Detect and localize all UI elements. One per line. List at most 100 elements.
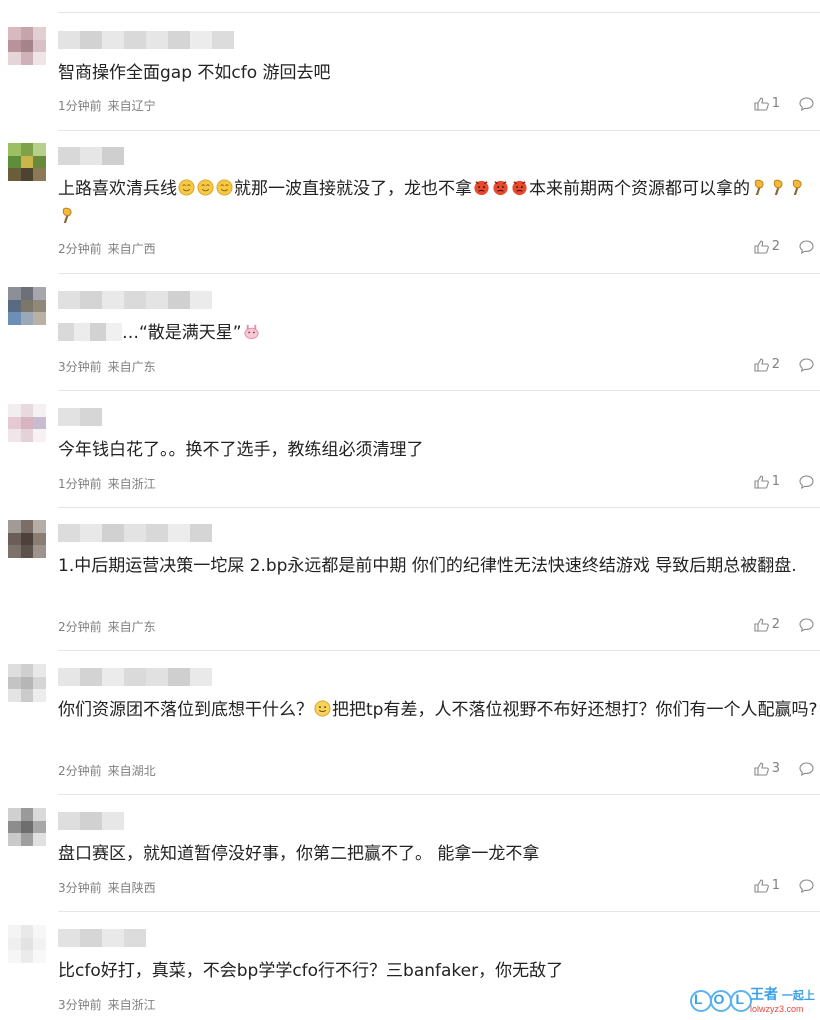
username-blurred[interactable] <box>58 524 212 542</box>
avatar[interactable] <box>8 27 46 65</box>
comment-location: 来自广东 <box>107 620 156 634</box>
comment-meta: 2分钟前 来自广东 <box>58 618 156 635</box>
comment-time: 2分钟前 <box>58 620 102 634</box>
watermark-domain: lolwzyz3.com <box>750 1004 804 1014</box>
comment-divider <box>58 507 820 508</box>
comment-text-part: 上路喜欢清兵线 <box>58 179 177 199</box>
rabbit-emoji-icon <box>242 323 261 343</box>
comment-meta: 2分钟前 来自湖北 <box>58 762 156 779</box>
comment-meta: 2分钟前 来自广西 <box>58 240 156 257</box>
reply-bubble-icon[interactable] <box>799 240 814 254</box>
comment-item: 盘口赛区，就知道暂停没好事，你第二把赢不了。 能拿一龙不拿 3分钟前 来自陕西 1 <box>0 808 820 912</box>
comment-meta: 3分钟前 来自广东 <box>58 358 156 375</box>
avatar[interactable] <box>8 925 46 963</box>
reply-bubble-icon[interactable] <box>799 618 814 632</box>
comment-text-part: 本来前期两个资源都可以拿的 <box>529 179 750 199</box>
thumbs-up-icon <box>754 878 769 893</box>
comment-time: 3分钟前 <box>58 360 102 374</box>
comment-text: 比cfo好打，真菜，不会bp学学cfo行不行？三banfaker，你无敌了 <box>58 961 564 981</box>
comment-meta: 1分钟前 来自辽宁 <box>58 97 156 114</box>
reply-bubble-icon[interactable] <box>799 762 814 776</box>
comment-time: 2分钟前 <box>58 764 102 778</box>
username-blurred[interactable] <box>58 929 146 947</box>
comment-item: …“散是满天星” 3分钟前 来自广东 2 <box>0 287 820 391</box>
thumbs-up-icon <box>754 96 769 111</box>
like-button[interactable]: 2 <box>754 239 780 254</box>
comment-text-part: 你们资源团不落位到底想干什么？ <box>58 700 313 720</box>
smile-emoji-icon <box>177 179 234 199</box>
reply-bubble-icon[interactable] <box>799 358 814 372</box>
thumbs-up-icon <box>754 474 769 489</box>
comment-text-part: …“散是满天星” <box>122 323 242 343</box>
angry-emoji-icon <box>472 179 529 199</box>
comment-location: 来自陕西 <box>107 881 156 895</box>
username-blurred[interactable] <box>58 408 102 426</box>
smile-emoji-icon <box>313 700 332 720</box>
comment-item: 1.中后期运营决策一坨屎 2.bp永远都是前中期 你们的纪律性无法快速终结游戏 … <box>0 520 820 651</box>
comment-meta: 1分钟前 来自浙江 <box>58 475 156 492</box>
comment-text: 盘口赛区，就知道暂停没好事，你第二把赢不了。 能拿一龙不拿 <box>58 844 540 864</box>
username-blurred[interactable] <box>58 31 234 49</box>
avatar[interactable] <box>8 520 46 558</box>
comment-item: 上路喜欢清兵线 就那一波直接就没了，龙也不拿 本来前期两个资源都可以拿的 2分钟前来… <box>0 143 820 274</box>
like-button[interactable]: 2 <box>754 357 780 372</box>
like-count: 2 <box>771 239 780 254</box>
site-watermark: LOL 王者 一起上 lolwzyz3.com <box>690 982 820 1020</box>
comment-text-part: 就那一波直接就没了，龙也不拿 <box>234 179 472 199</box>
comment-time: 2分钟前 <box>58 242 102 256</box>
like-button[interactable]: 1 <box>754 96 780 111</box>
thumbs-up-icon <box>754 617 769 632</box>
top-divider <box>58 12 820 13</box>
comment-item: 今年钱白花了。。换不了选手，教练组必须清理了 1分钟前 来自浙江 1 <box>0 404 820 508</box>
username-blurred[interactable] <box>58 291 212 309</box>
like-button[interactable]: 1 <box>754 878 780 893</box>
avatar[interactable] <box>8 664 46 702</box>
comment-divider <box>58 794 820 795</box>
like-count: 2 <box>771 617 780 632</box>
comment-meta: 3分钟前 来自陕西 <box>58 879 156 896</box>
comment-divider <box>58 650 820 651</box>
watermark-brand: LOL <box>694 991 755 1007</box>
mention-blurred[interactable] <box>58 323 122 341</box>
avatar[interactable] <box>8 808 46 846</box>
comment-divider <box>58 130 820 131</box>
username-blurred[interactable] <box>58 812 124 830</box>
like-count: 3 <box>771 761 780 776</box>
comment-time: 1分钟前 <box>58 477 102 491</box>
avatar[interactable] <box>8 287 46 325</box>
watermark-text-b: 一起上 <box>781 990 815 1002</box>
reply-bubble-icon[interactable] <box>799 97 814 111</box>
thumbs-up-icon <box>754 761 769 776</box>
comment-time: 3分钟前 <box>58 881 102 895</box>
username-blurred[interactable] <box>58 147 124 165</box>
comment-item: 智商操作全面gap 不如cfo 游回去吧 1分钟前 来自辽宁 1 <box>0 27 820 131</box>
avatar[interactable] <box>8 143 46 181</box>
comment-location: 来自浙江 <box>107 477 156 491</box>
reply-bubble-icon[interactable] <box>799 879 814 893</box>
comment-location: 来自辽宁 <box>107 99 156 113</box>
comment-location: 来自湖北 <box>107 764 156 778</box>
thumbs-up-icon <box>754 357 769 372</box>
comment-text: 你们资源团不落位到底想干什么？ 把把tp有差，人不落位视野不布好还想打？你们有一个… <box>58 696 820 724</box>
like-count: 2 <box>771 357 780 372</box>
watermark-text-a: 王者 <box>750 986 778 1002</box>
comment-divider <box>58 390 820 391</box>
thumbs-up-icon <box>754 239 769 254</box>
reply-bubble-icon[interactable] <box>799 475 814 489</box>
comment-text: 上路喜欢清兵线 就那一波直接就没了，龙也不拿 本来前期两个资源都可以拿的 <box>58 175 820 231</box>
like-count: 1 <box>771 474 780 489</box>
like-button[interactable]: 1 <box>754 474 780 489</box>
username-blurred[interactable] <box>58 668 212 686</box>
comment-time: 1分钟前 <box>58 99 102 113</box>
comment-divider <box>58 911 820 912</box>
comment-text: …“散是满天星” <box>58 319 820 347</box>
comment-text: 今年钱白花了。。换不了选手，教练组必须清理了 <box>58 440 424 460</box>
like-count: 1 <box>771 878 780 893</box>
like-button[interactable]: 3 <box>754 761 780 776</box>
comment-location: 来自广东 <box>107 360 156 374</box>
comment-location: 来自广西 <box>107 242 156 256</box>
like-count: 1 <box>771 96 780 111</box>
avatar[interactable] <box>8 404 46 442</box>
comment-text-part: 把把tp有差，人不落位视野不布好还想打？你们有一个人配赢吗? <box>332 700 818 720</box>
like-button[interactable]: 2 <box>754 617 780 632</box>
